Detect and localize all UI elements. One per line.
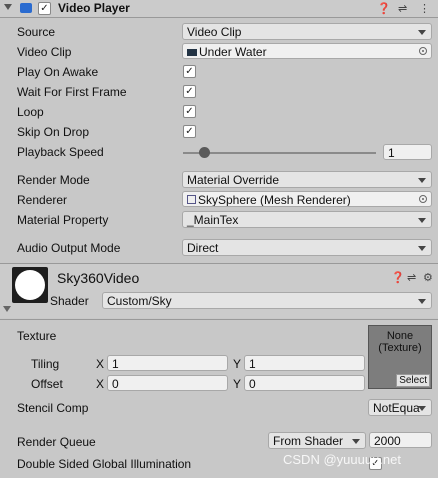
stencil-label: Stencil Comp <box>17 401 89 415</box>
wait-first-frame-label: Wait For First Frame <box>17 85 127 99</box>
video-clip-field[interactable]: Under Water <box>182 43 432 59</box>
renderer-label: Renderer <box>17 193 68 207</box>
shader-label: Shader <box>50 294 89 308</box>
render-queue-mode-dropdown[interactable]: From Shader <box>268 432 366 449</box>
texture-select-button[interactable]: Select <box>396 374 430 387</box>
video-clip-label: Video Clip <box>17 45 72 59</box>
play-on-awake-checkbox[interactable]: ✓ <box>183 65 196 78</box>
material-property-label: Material Property <box>17 213 109 227</box>
play-on-awake-label: Play On Awake <box>17 65 99 79</box>
wait-first-frame-checkbox[interactable]: ✓ <box>183 85 196 98</box>
tiling-x-label: X <box>96 357 105 371</box>
render-mode-label: Render Mode <box>17 173 90 187</box>
texture-slot-none: None <box>386 330 414 342</box>
renderer-value: SkySphere (Mesh Renderer) <box>198 193 351 207</box>
chevron-down-icon <box>418 299 426 304</box>
fold-arrow-icon[interactable] <box>3 306 11 312</box>
loop-checkbox[interactable]: ✓ <box>183 105 196 118</box>
skip-on-drop-checkbox[interactable]: ✓ <box>183 125 196 138</box>
render-queue-mode: From Shader <box>273 434 344 448</box>
help-icon[interactable]: ❓ <box>391 271 405 284</box>
offset-x-input[interactable]: 0 <box>107 375 228 391</box>
presets-icon[interactable]: ⇌ <box>398 2 407 15</box>
offset-y-label: Y <box>233 377 242 391</box>
offset-label: Offset <box>31 377 63 391</box>
renderer-field[interactable]: SkySphere (Mesh Renderer) <box>182 191 432 207</box>
tiling-y-label: Y <box>233 357 242 371</box>
video-player-icon <box>20 3 32 13</box>
source-value: Video Clip <box>187 25 242 39</box>
chevron-down-icon <box>418 30 426 35</box>
sphere-preview-icon <box>15 270 45 300</box>
playback-speed-label: Playback Speed <box>17 145 104 159</box>
tiling-x-input[interactable]: 1 <box>107 355 228 371</box>
source-dropdown[interactable]: Video Clip <box>182 23 432 40</box>
presets-icon[interactable]: ⇌ <box>407 271 416 284</box>
offset-y-input[interactable]: 0 <box>244 375 365 391</box>
double-sided-gi-label: Double Sided Global Illumination <box>17 457 192 471</box>
settings-icon[interactable]: ⚙ <box>423 271 433 284</box>
source-label: Source <box>17 25 56 39</box>
render-mode-value: Material Override <box>187 173 280 187</box>
chevron-down-icon <box>352 439 360 444</box>
texture-slot-text: None (Texture) <box>369 330 431 354</box>
chevron-down-icon <box>418 178 426 183</box>
tiling-label: Tiling <box>31 357 60 371</box>
playback-speed-input[interactable]: 1 <box>383 144 432 160</box>
render-mode-dropdown[interactable]: Material Override <box>182 171 432 188</box>
chevron-down-icon <box>418 246 426 251</box>
video-clip-value: Under Water <box>199 45 267 59</box>
chevron-down-icon <box>418 218 426 223</box>
more-icon[interactable]: ⋮ <box>419 2 430 15</box>
material-property-dropdown[interactable]: _MainTex <box>182 211 432 228</box>
texture-label: Texture <box>17 329 57 343</box>
audio-output-value: Direct <box>187 241 219 255</box>
component-enabled-checkbox[interactable]: ✓ <box>38 2 51 15</box>
material-property-value: _MainTex <box>187 213 239 227</box>
skip-on-drop-label: Skip On Drop <box>17 125 90 139</box>
object-picker-icon[interactable] <box>419 47 427 55</box>
stencil-value: NotEqua <box>373 401 420 415</box>
chevron-down-icon <box>418 406 426 411</box>
slider-handle[interactable] <box>199 147 210 158</box>
shader-dropdown[interactable]: Custom/Sky <box>102 292 432 309</box>
loop-label: Loop <box>17 105 44 119</box>
stencil-dropdown[interactable]: NotEqua <box>368 399 432 416</box>
mesh-renderer-icon <box>187 195 196 204</box>
texture-slot-type: (Texture) <box>378 342 422 354</box>
watermark: CSDN @yuuuuu.net <box>283 452 401 467</box>
shader-value: Custom/Sky <box>107 294 172 308</box>
playback-speed-slider[interactable] <box>183 152 376 154</box>
material-name: Sky360Video <box>57 270 140 286</box>
offset-x-label: X <box>96 377 105 391</box>
fold-arrow-icon[interactable] <box>4 4 12 10</box>
section-divider <box>0 319 438 320</box>
tiling-y-input[interactable]: 1 <box>244 355 365 371</box>
component-title: Video Player <box>58 1 130 15</box>
video-clip-icon <box>187 49 197 56</box>
render-queue-label: Render Queue <box>17 435 96 449</box>
help-icon[interactable]: ❓ <box>377 2 391 15</box>
texture-slot[interactable]: None (Texture) Select <box>368 325 432 389</box>
render-queue-input[interactable]: 2000 <box>369 432 432 448</box>
audio-output-dropdown[interactable]: Direct <box>182 239 432 256</box>
audio-output-label: Audio Output Mode <box>17 241 121 255</box>
object-picker-icon[interactable] <box>419 195 427 203</box>
